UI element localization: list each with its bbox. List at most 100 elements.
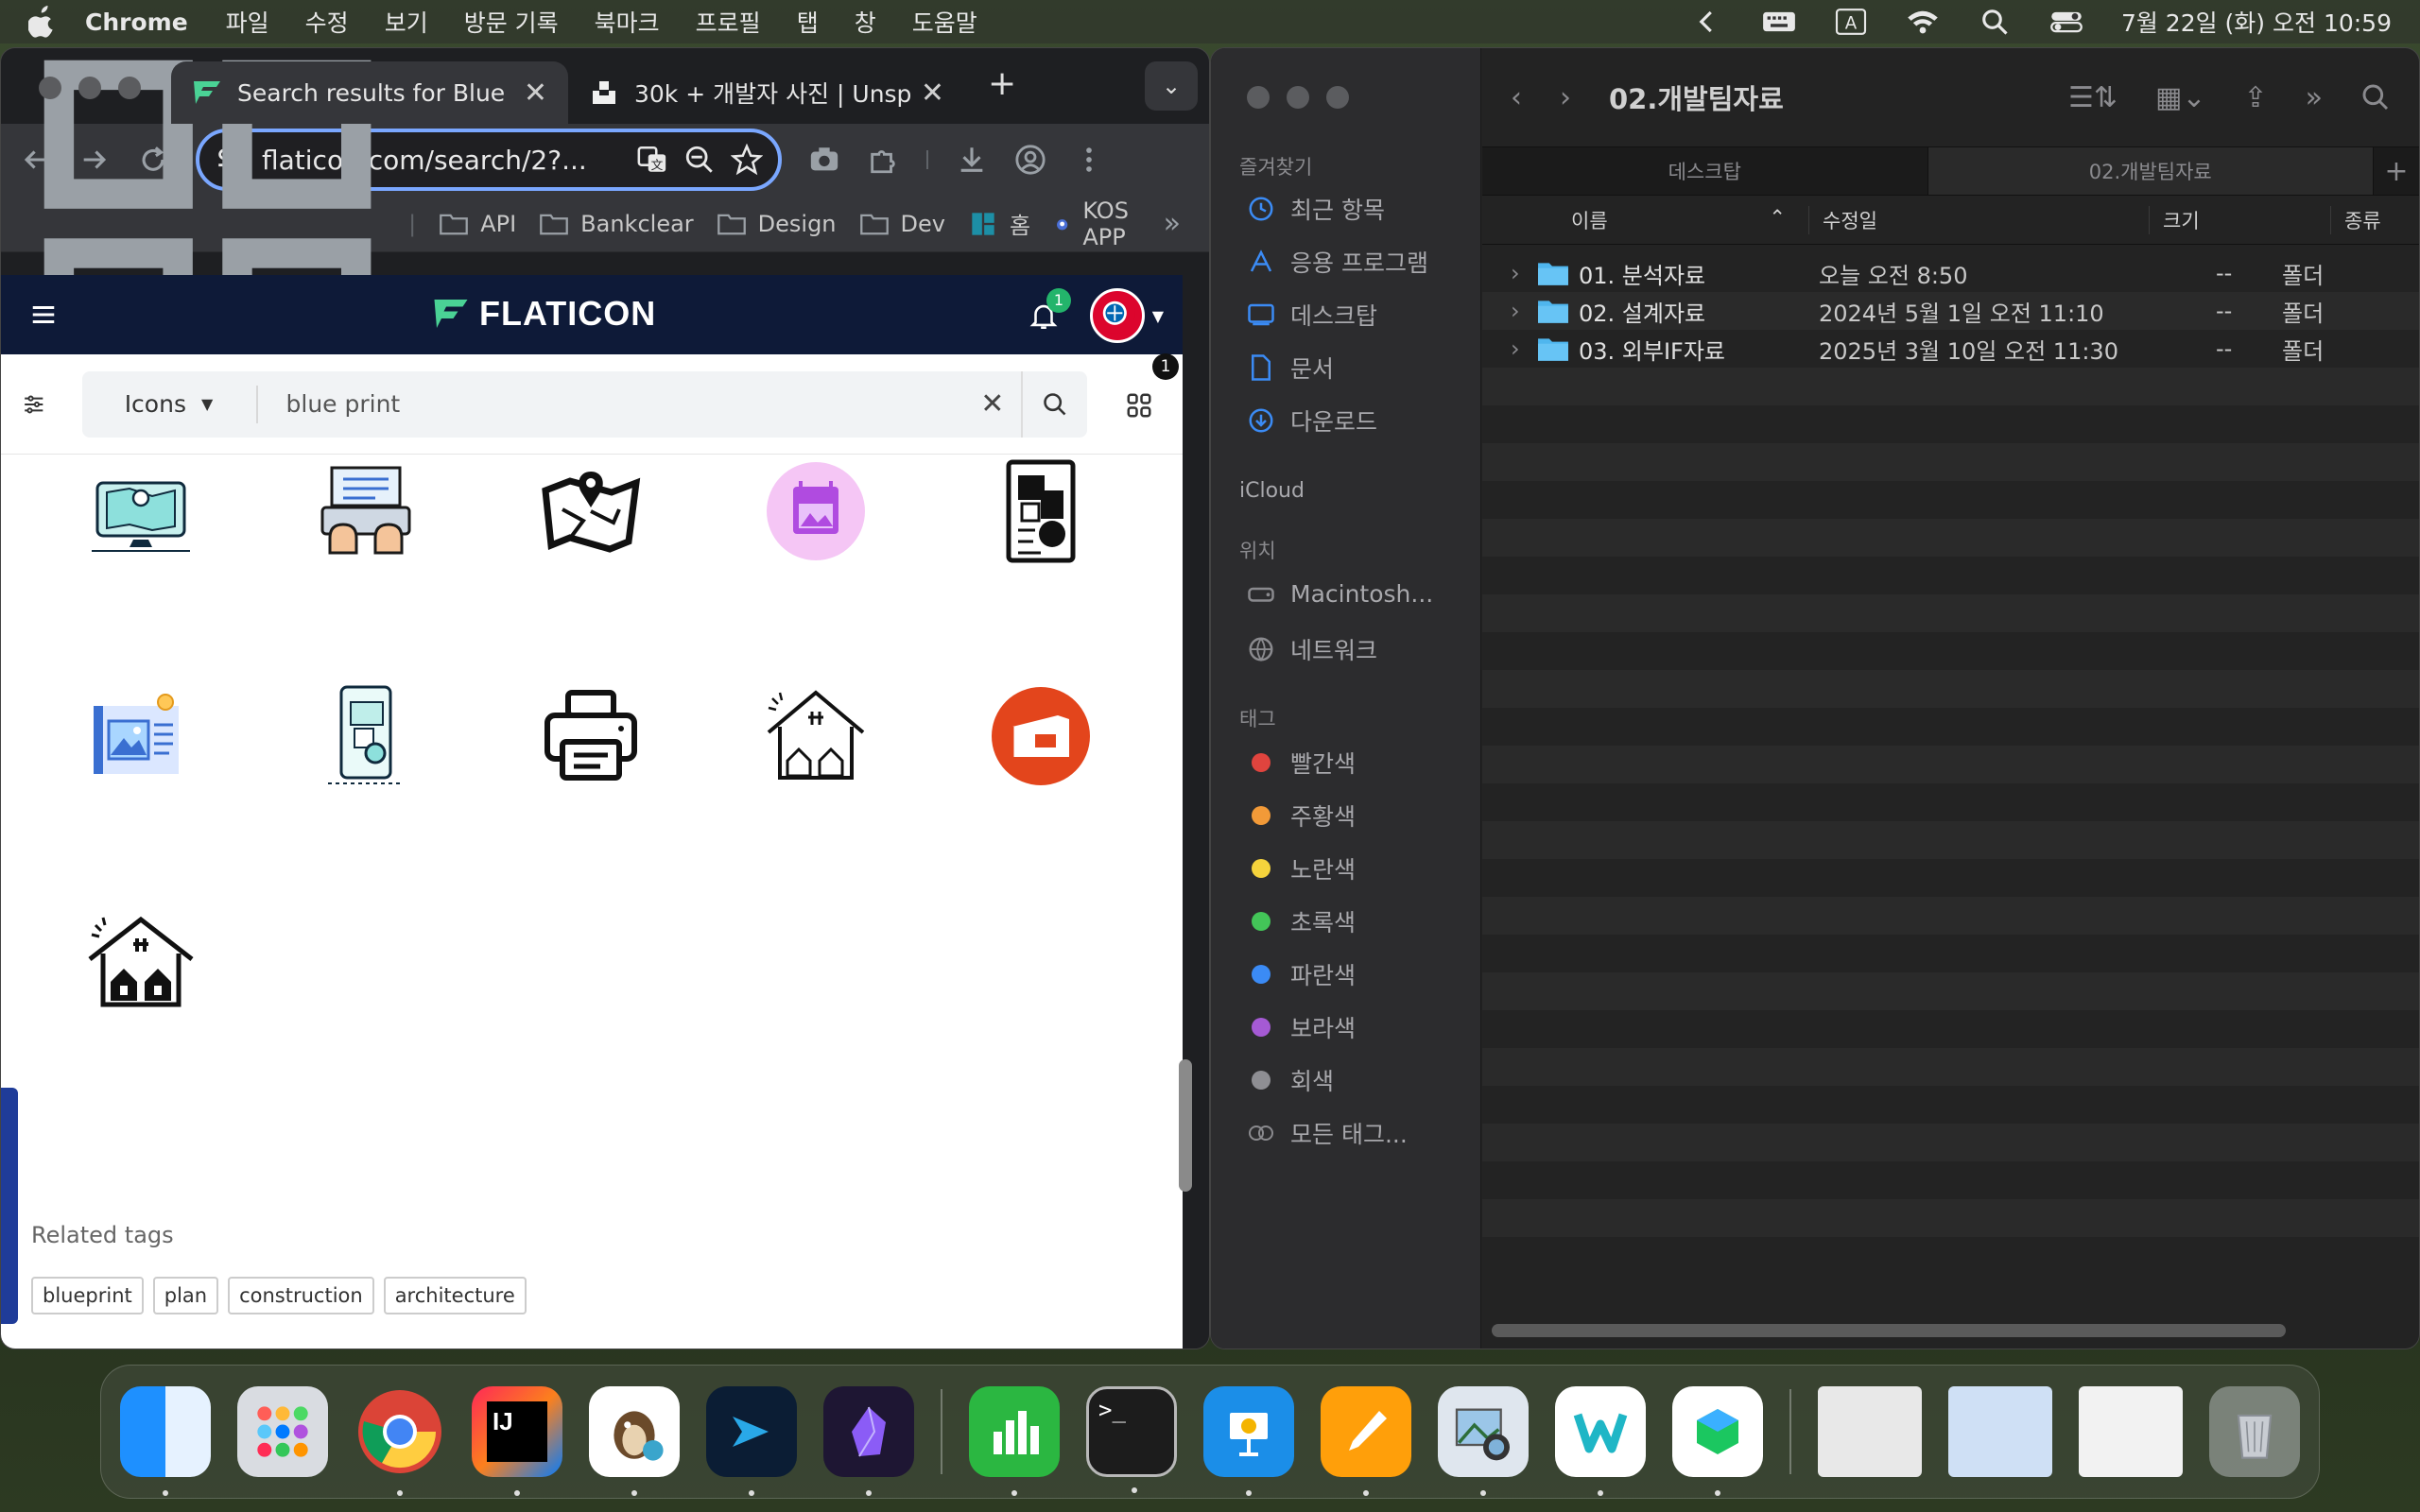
app-name[interactable]: Chrome <box>85 9 188 36</box>
bookmark-star-icon[interactable] <box>731 144 763 176</box>
list-view-icon[interactable]: ☰⇅ <box>2068 81 2118 114</box>
menu-bookmarks[interactable]: 북마크 <box>595 5 660 39</box>
more-bookmarks-icon[interactable]: » <box>1164 207 1181 240</box>
dock-obsidian-icon[interactable] <box>823 1386 914 1496</box>
new-tab-button[interactable]: + <box>988 64 1016 103</box>
house-sketch-icon-2[interactable] <box>84 904 198 1018</box>
disclosure-chevron-icon[interactable]: › <box>1482 298 1530 324</box>
profile-icon[interactable] <box>1014 144 1046 176</box>
zoom-out-icon[interactable] <box>683 144 716 176</box>
sidebar-item-macintosh[interactable]: Macintosh... <box>1247 579 1433 608</box>
input-source-icon[interactable]: A <box>1834 8 1868 36</box>
menu-tab[interactable]: 탭 <box>797 5 819 39</box>
minimize-window-button[interactable] <box>78 77 101 99</box>
sidebar-tag-blue[interactable]: 파란색 <box>1247 957 1356 991</box>
monitor-map-icon[interactable] <box>84 455 198 568</box>
forward-icon[interactable]: › <box>1560 81 1571 114</box>
sidebar-tag-orange[interactable]: 주황색 <box>1247 799 1356 833</box>
column-kind[interactable]: 종류 <box>2331 206 2381 234</box>
menu-profile[interactable]: 프로필 <box>696 5 761 39</box>
minimize-window-button[interactable] <box>1287 86 1309 109</box>
dock-naver-whale-icon[interactable] <box>1555 1386 1646 1496</box>
tag-construction[interactable]: construction <box>228 1277 374 1314</box>
extensions-puzzle-icon[interactable] <box>867 144 899 176</box>
menu-history[interactable]: 방문 기록 <box>464 5 559 39</box>
tab-desktop[interactable]: 데스크탑 <box>1482 147 1928 195</box>
hamburger-menu-icon[interactable] <box>29 301 58 329</box>
download-icon[interactable] <box>956 144 988 176</box>
file-row[interactable]: › 03. 외부IF자료 2025년 3월 10일 오전 11:30 -- 폴더 <box>1482 330 2419 368</box>
spotlight-search-icon[interactable] <box>1978 8 2012 36</box>
calendar-image-icon[interactable] <box>759 455 873 568</box>
dock-launchpad-icon[interactable] <box>237 1386 328 1477</box>
disclosure-chevron-icon[interactable]: › <box>1482 335 1530 362</box>
typewriter-hands-icon[interactable] <box>309 455 423 568</box>
wifi-icon[interactable] <box>1906 8 1940 36</box>
filters-icon[interactable] <box>22 392 46 417</box>
tag-plan[interactable]: plan <box>152 1277 219 1314</box>
menu-view[interactable]: 보기 <box>385 5 428 39</box>
dock-finder-icon[interactable] <box>120 1386 211 1496</box>
disclosure-chevron-icon[interactable]: › <box>1482 260 1530 286</box>
sidebar-tag-gray[interactable]: 회색 <box>1247 1063 1334 1097</box>
zoom-window-button[interactable] <box>118 77 141 99</box>
dock-naver-works-icon[interactable] <box>1672 1386 1763 1496</box>
blueprint-image-icon[interactable] <box>84 679 198 793</box>
menu-edit[interactable]: 수정 <box>305 5 349 39</box>
dock-terminal-icon[interactable]: >_ <box>1086 1386 1177 1493</box>
translate-icon[interactable]: 文 <box>636 144 668 176</box>
menubar-clock[interactable]: 7월 22일 (화) 오전 10:59 <box>2121 5 2392 39</box>
printer-icon[interactable] <box>534 679 648 793</box>
menu-window[interactable]: 창 <box>855 5 876 39</box>
tab-flaticon[interactable]: Search results for Blue pri ✕ <box>171 61 568 124</box>
dock-dbeaver-icon[interactable] <box>589 1386 680 1496</box>
sidebar-item-downloads[interactable]: 다운로드 <box>1247 404 1377 438</box>
camera-extension-icon[interactable] <box>808 144 840 176</box>
search-button[interactable] <box>1020 370 1087 438</box>
tab-dev-team[interactable]: 02.개발팀자료 <box>1927 147 2374 195</box>
new-tab-icon[interactable]: + <box>2374 147 2419 195</box>
dock-keynote-icon[interactable] <box>1203 1386 1294 1496</box>
bookmark-kos-app[interactable]: KOS APP <box>1053 198 1141 250</box>
icloud-section-label[interactable]: iCloud <box>1239 479 1305 503</box>
bookmark-api[interactable]: API <box>439 211 516 237</box>
close-window-button[interactable] <box>39 77 61 99</box>
sidebar-item-recents[interactable]: 최근 항목 <box>1247 192 1385 226</box>
clear-search-icon[interactable]: ✕ <box>964 387 1021 421</box>
dock-minimized-window-3[interactable] <box>2079 1386 2183 1477</box>
sidebar-item-documents[interactable]: 문서 <box>1247 351 1334 385</box>
dock-chrome-icon[interactable] <box>354 1386 445 1496</box>
sidebar-tag-red[interactable]: 빨간색 <box>1247 746 1356 780</box>
sidebar-item-desktop[interactable]: 데스크탑 <box>1247 298 1377 332</box>
bookmark-design[interactable]: Design <box>717 211 837 237</box>
bookmark-bankclear[interactable]: Bankclear <box>539 211 694 237</box>
sidebar-all-tags[interactable]: 모든 태그... <box>1247 1116 1408 1150</box>
dock-intellij-icon[interactable]: IJ <box>472 1386 562 1496</box>
apple-icon[interactable] <box>28 6 57 38</box>
dock-preview-icon[interactable] <box>1438 1386 1529 1496</box>
sidebar-item-applications[interactable]: 응용 프로그램 <box>1247 245 1428 279</box>
dock-minimized-window-1[interactable] <box>1818 1386 1922 1477</box>
close-tab-icon[interactable]: ✕ <box>524 77 547 110</box>
tab-search-dropdown-icon[interactable]: ⌄ <box>1145 61 1198 111</box>
file-row[interactable]: › 02. 설계자료 2024년 5월 1일 오전 11:10 -- 폴더 <box>1482 292 2419 330</box>
search-icon[interactable] <box>2360 82 2391 112</box>
keyboard-icon[interactable] <box>1762 8 1796 36</box>
more-toolbar-icon[interactable]: » <box>2306 81 2323 114</box>
tab-unsplash[interactable]: 30k + 개발자 사진 | Unsplas ✕ <box>568 61 965 124</box>
dock-trash-icon[interactable] <box>2209 1386 2300 1477</box>
dock-minimized-window-2[interactable] <box>1948 1386 2052 1477</box>
map-pin-icon[interactable] <box>534 455 648 568</box>
bookmark-dev[interactable]: Dev <box>859 211 945 237</box>
chevron-left-icon[interactable] <box>1690 8 1724 36</box>
dock-pages-icon[interactable] <box>1321 1386 1411 1496</box>
document-shapes-icon[interactable] <box>984 455 1098 568</box>
avatar-caret-icon[interactable]: ▼ <box>1152 307 1164 325</box>
more-menu-icon[interactable] <box>1073 144 1105 176</box>
page-scrollbar[interactable] <box>1179 1059 1192 1192</box>
phone-blueprint-icon[interactable] <box>309 679 423 793</box>
dock-numbers-icon[interactable] <box>969 1386 1060 1496</box>
close-tab-icon[interactable]: ✕ <box>921 77 944 110</box>
flaticon-logo[interactable]: FLATICON <box>432 294 656 334</box>
control-center-icon[interactable] <box>2049 8 2083 36</box>
